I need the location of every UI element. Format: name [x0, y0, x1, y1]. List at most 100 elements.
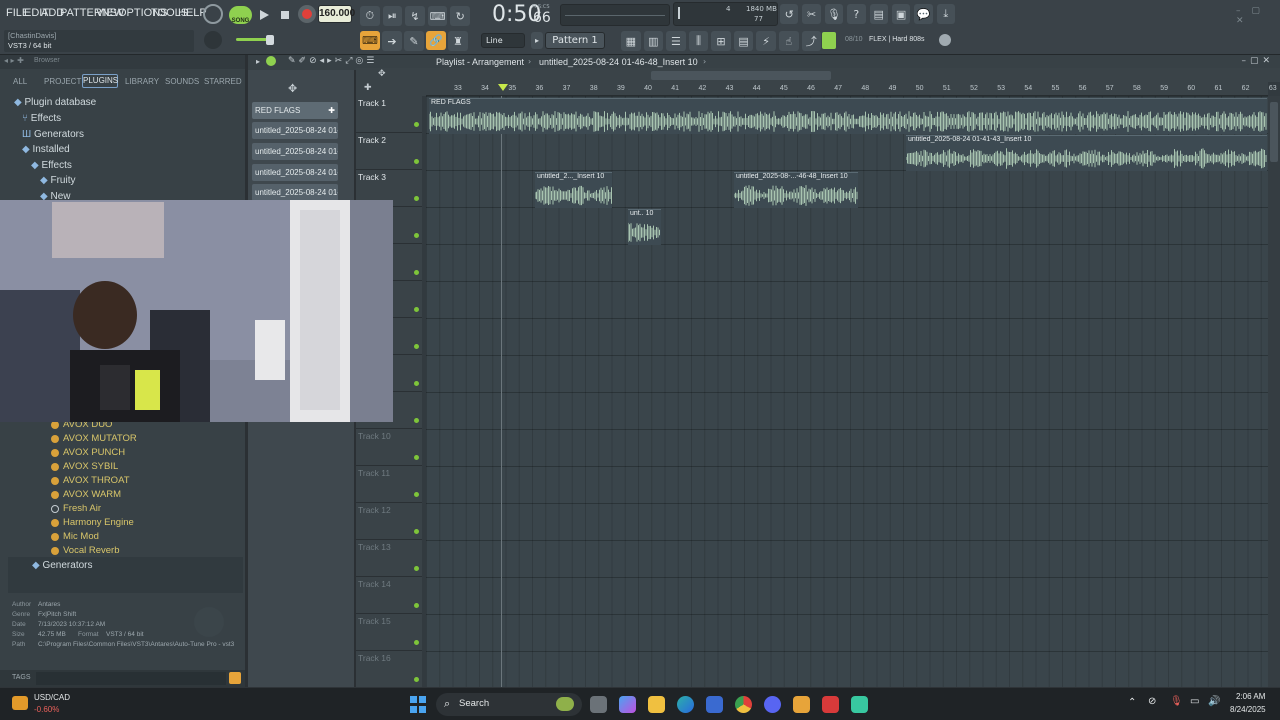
song-mode-toggle[interactable]: SONG [229, 6, 252, 24]
track-mute-led-icon[interactable] [414, 492, 419, 497]
touch-icon[interactable]: ☝ [778, 31, 799, 51]
loop-record-icon[interactable]: ↻ [450, 6, 470, 26]
pattern-item[interactable]: RED FLAGS ✚ [252, 102, 338, 119]
snap-select[interactable]: Line [481, 33, 525, 48]
track-header[interactable]: Track 10 [356, 429, 422, 466]
track-mute-led-icon[interactable] [414, 122, 419, 127]
volume-icon[interactable]: 🔊 [1208, 696, 1220, 707]
preset-knob-icon[interactable] [939, 34, 951, 46]
browser-nav-icons[interactable]: ◂ ▸ ✚ [4, 56, 24, 65]
pattern-item[interactable]: untitled_2025-08-24 01-... [252, 143, 338, 160]
track-mute-led-icon[interactable] [414, 603, 419, 608]
piano-roll-icon[interactable]: ▥ [643, 31, 664, 51]
microphone-icon[interactable]: 🎙 [824, 4, 844, 24]
audio-clip[interactable]: RED FLAGS [429, 98, 1267, 134]
move-icon[interactable]: ✥ [378, 69, 386, 79]
chat-icon[interactable]: 💬 [914, 4, 933, 24]
tree-installed-effects[interactable]: ◆ Effects [31, 158, 72, 173]
record-mode-knob-icon[interactable] [203, 4, 223, 24]
track-mute-led-icon[interactable] [414, 344, 419, 349]
track-header[interactable]: Track 16 [356, 651, 422, 688]
track-mute-led-icon[interactable] [414, 233, 419, 238]
audio-clip[interactable]: untitled_2..._Insert 10 [535, 172, 612, 208]
track-mute-led-icon[interactable] [414, 529, 419, 534]
pattern-item[interactable]: untitled_2025-08-24 01-... [252, 164, 338, 181]
tree-plugin-database[interactable]: ◆ Plugin database [14, 95, 96, 110]
playlist-options-icon[interactable] [266, 56, 276, 66]
track-header[interactable]: Track 2 [356, 133, 422, 170]
track-mute-led-icon[interactable] [414, 159, 419, 164]
pattern-item[interactable]: untitled_2025-08-24 01-... [252, 184, 338, 201]
playlist-menu-arrow-icon[interactable]: ▸ [256, 57, 260, 66]
tree-installed-generators[interactable]: ◆ Generators [32, 558, 93, 573]
save-icon[interactable]: ▤ [869, 4, 888, 24]
track-header[interactable]: Track 12 [356, 503, 422, 540]
mixer-icon[interactable]: ⫼ [688, 31, 709, 51]
tab-library[interactable]: LIBRARY [125, 77, 159, 86]
tab-plugins[interactable]: PLUGINS [82, 74, 118, 88]
vertical-scroll-thumb[interactable] [1270, 102, 1278, 162]
microphone-tray-icon[interactable]: 🎙 [1170, 696, 1183, 707]
audio-clip[interactable]: unt.. 10 [628, 209, 661, 245]
app-red-icon[interactable] [822, 696, 839, 713]
step-edit-icon[interactable]: ⌨ [427, 6, 448, 26]
edge-icon[interactable] [677, 696, 694, 713]
plug-icon[interactable]: ⚡ [756, 31, 776, 51]
master-volume-handle[interactable] [266, 35, 274, 45]
windows-start-icon[interactable] [410, 696, 426, 713]
discord-icon[interactable] [764, 696, 781, 713]
app-green-icon[interactable] [851, 696, 868, 713]
template-icon[interactable]: ▣ [891, 4, 911, 24]
pattern-select[interactable]: Pattern 1 [545, 32, 605, 49]
plugin-avox-sybil[interactable]: AVOX SYBIL [51, 460, 118, 474]
track-header[interactable]: Track 15 [356, 614, 422, 651]
copilot-icon[interactable] [619, 696, 636, 713]
vertical-scrollbar[interactable] [1268, 96, 1280, 688]
playlist-window-controls[interactable]: –▢✕ [1241, 56, 1274, 66]
track-mute-led-icon[interactable] [414, 455, 419, 460]
preset-name[interactable]: FLEX | Hard 808s [869, 36, 925, 43]
clipboard-icon[interactable]: ▤ [733, 31, 754, 51]
tab-sounds[interactable]: SOUNDS [165, 77, 199, 86]
search-box[interactable]: ⌕ Search [436, 693, 582, 716]
plugin-harmony-engine[interactable]: Harmony Engine [51, 516, 134, 530]
add-track-icon[interactable]: ✚ [364, 83, 372, 93]
display-icon[interactable]: ▭ [1190, 696, 1199, 707]
tempo-display[interactable]: 160.000 [318, 5, 355, 23]
horizontal-scrollbar[interactable] [651, 71, 831, 80]
metronome-icon[interactable]: ⏱ [360, 6, 380, 26]
pattern-prev-icon[interactable]: ▸ [531, 32, 543, 49]
network-off-icon[interactable]: ⊘ [1148, 696, 1156, 707]
typing-keyboard-icon[interactable]: ⌨ [360, 31, 380, 50]
taskbar-date[interactable]: 8/24/2025 [1230, 705, 1266, 714]
track-header[interactable]: Track 11 [356, 466, 422, 503]
channel-rack-icon[interactable]: ☰ [666, 31, 686, 51]
step-forward-icon[interactable]: ➔ [382, 31, 402, 51]
help-icon[interactable]: ? [847, 4, 866, 24]
timeline-ruler[interactable]: 33 34 35 36 37 38 39 40 41 42 43 44 45 46 47 48 49 50 51 52… [426, 82, 1277, 96]
store-icon[interactable] [706, 696, 723, 713]
tab-all[interactable]: ALL [13, 77, 27, 86]
plugin-picker-icon[interactable]: ⊞ [711, 31, 731, 51]
search-icon[interactable] [229, 672, 241, 684]
plugin-avox-punch[interactable]: AVOX PUNCH [51, 446, 125, 460]
share-icon[interactable]: ⤴ [801, 31, 822, 51]
track-mute-led-icon[interactable] [414, 640, 419, 645]
stamp-icon[interactable]: ♜ [448, 31, 468, 51]
track-mute-led-icon[interactable] [414, 677, 419, 682]
tree-effects[interactable]: ⑂ Effects [22, 111, 61, 126]
plugin-fresh-air[interactable]: Fresh Air [51, 502, 101, 516]
time-display[interactable]: 0:50 M:S:CS 66 [490, 0, 554, 30]
tags-input[interactable] [36, 672, 226, 685]
flex-preset-icon[interactable] [822, 32, 836, 49]
stop-button[interactable] [275, 5, 295, 25]
tray-chevron-icon[interactable]: ⌃ [1128, 697, 1136, 708]
plugin-mic-mod[interactable]: Mic Mod [51, 530, 99, 544]
track-mute-led-icon[interactable] [414, 418, 419, 423]
undo-history-icon[interactable]: ↺ [780, 4, 799, 24]
tree-installed[interactable]: ◆ Installed [22, 142, 70, 157]
countdown-icon[interactable]: ↯ [405, 6, 425, 26]
audio-clip[interactable]: untitled_2025-08-24 01-41-43_Insert 10 [906, 135, 1267, 171]
plugin-avox-throat[interactable]: AVOX THROAT [51, 474, 130, 488]
track-header[interactable]: Track 14 [356, 577, 422, 614]
